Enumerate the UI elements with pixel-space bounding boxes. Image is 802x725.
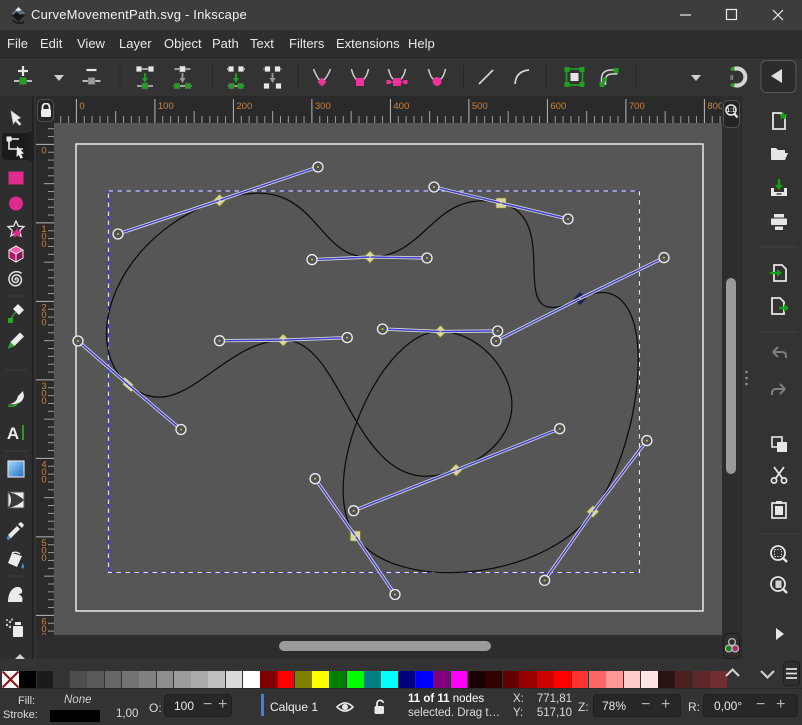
- svg-text:0: 0: [41, 553, 46, 564]
- svg-text:300: 300: [315, 101, 331, 112]
- svg-text:800: 800: [707, 101, 722, 112]
- svg-text:400: 400: [393, 101, 409, 112]
- svg-text:A: A: [7, 424, 19, 443]
- svg-text:700: 700: [629, 101, 645, 112]
- svg-text:200: 200: [236, 101, 252, 112]
- svg-text:100: 100: [158, 101, 174, 112]
- svg-text:600: 600: [550, 101, 566, 112]
- svg-text:1:1: 1:1: [727, 108, 736, 114]
- svg-text:0: 0: [41, 318, 46, 329]
- svg-text:0: 0: [41, 145, 46, 156]
- svg-text:0: 0: [79, 101, 84, 112]
- svg-text:s: s: [730, 75, 734, 82]
- svg-text:0: 0: [41, 239, 46, 250]
- svg-text:500: 500: [472, 101, 488, 112]
- svg-text:0: 0: [41, 475, 46, 486]
- svg-text:0: 0: [41, 396, 46, 407]
